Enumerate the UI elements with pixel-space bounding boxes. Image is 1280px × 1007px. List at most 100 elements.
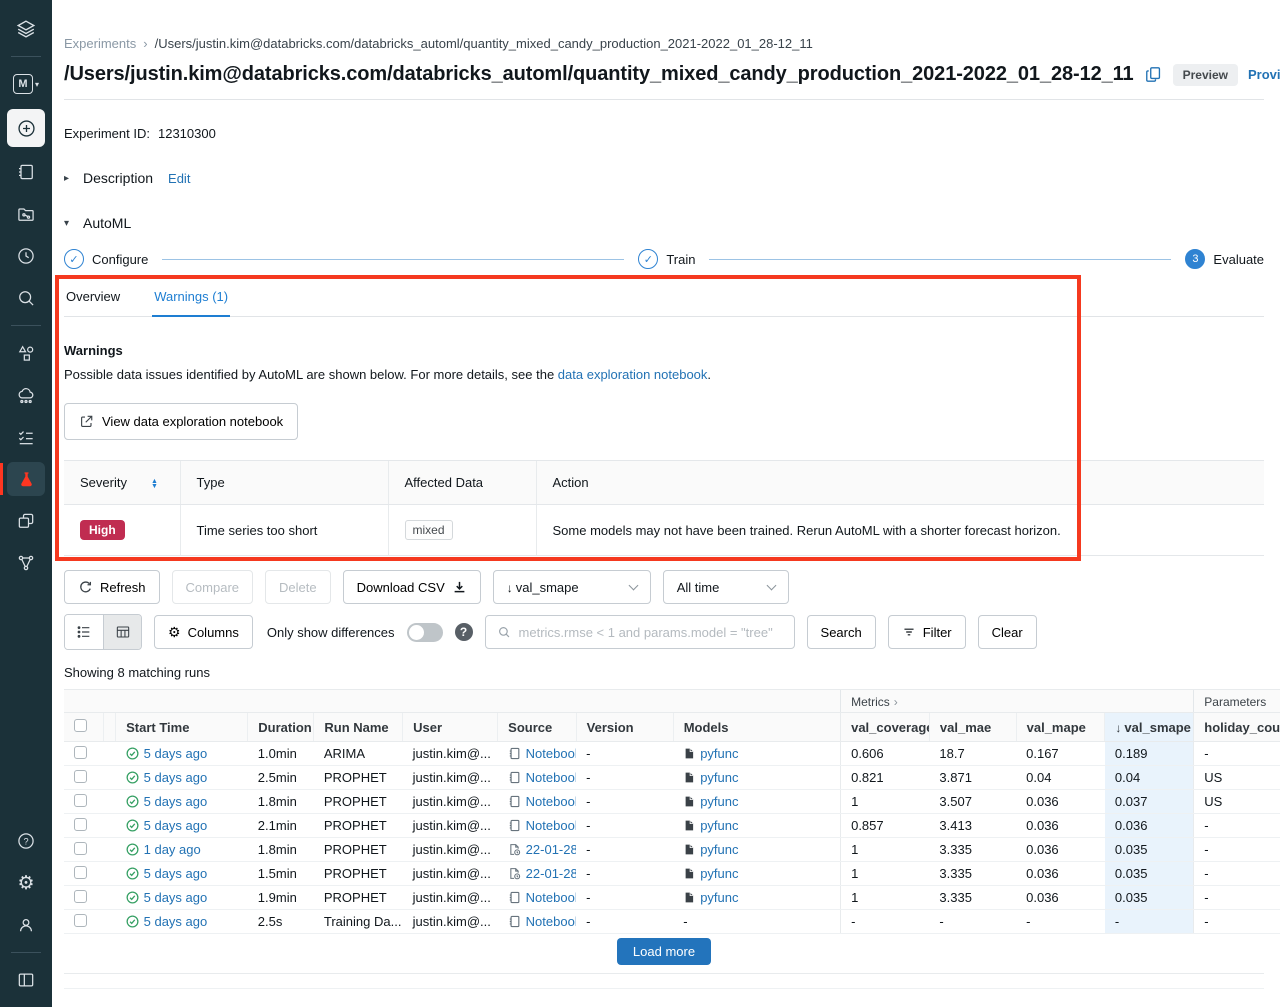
model-link[interactable]: pyfunc: [700, 842, 738, 857]
compare-button[interactable]: Compare: [172, 570, 253, 604]
settings-button[interactable]: ⚙: [7, 866, 45, 900]
user-cell: justin.kim@...: [403, 814, 498, 838]
databricks-logo[interactable]: [7, 12, 45, 46]
source-link[interactable]: Notebook:: [526, 818, 576, 833]
row-checkbox[interactable]: [74, 890, 87, 903]
val-smape-cell: 0.035: [1105, 862, 1194, 886]
time-range-select[interactable]: All time: [663, 570, 789, 604]
runs-col-version[interactable]: Version: [576, 713, 673, 742]
source-link[interactable]: Notebook:: [526, 770, 576, 785]
runs-col-source[interactable]: Source: [498, 713, 576, 742]
run-link[interactable]: 5 days ago: [144, 746, 208, 761]
affected-data-tag: mixed: [405, 520, 453, 540]
model-link[interactable]: pyfunc: [700, 746, 738, 761]
sidebar-item-recents[interactable]: [7, 239, 45, 273]
model-link[interactable]: pyfunc: [700, 770, 738, 785]
source-link[interactable]: 22-01-28: [526, 842, 576, 857]
runs-col-holiday_countr[interactable]: holiday_countr: [1194, 713, 1280, 742]
collapse-caret-icon[interactable]: ▸: [64, 173, 74, 184]
source-link[interactable]: Notebook:: [526, 746, 576, 761]
table-view-button[interactable]: [103, 615, 141, 649]
sidebar-item-workflows[interactable]: [7, 420, 45, 454]
panel-toggle-button[interactable]: [7, 963, 45, 997]
warnings-col-severity[interactable]: Severity▲▼: [64, 461, 180, 505]
filter-button[interactable]: Filter: [888, 615, 966, 649]
columns-button[interactable]: ⚙Columns: [154, 615, 253, 649]
row-checkbox[interactable]: [74, 770, 87, 783]
sort-select-value: ↓val_smape: [507, 580, 579, 595]
runs-search-input[interactable]: [519, 625, 783, 640]
runs-col-val_coverage[interactable]: val_coverage: [841, 713, 930, 742]
new-button[interactable]: [7, 109, 45, 147]
runs-col-start_time[interactable]: Start Time: [116, 713, 248, 742]
workspace-switcher[interactable]: M▾: [7, 67, 45, 101]
val-mape-cell: 0.036: [1016, 886, 1105, 910]
source-link[interactable]: 22-01-28: [526, 866, 576, 881]
start-time-cell: 5 days ago: [116, 886, 248, 910]
search-button[interactable]: Search: [807, 615, 876, 649]
sidebar-item-search[interactable]: [7, 281, 45, 315]
download-csv-button[interactable]: Download CSV: [343, 570, 481, 604]
sidebar-item-serving[interactable]: [7, 546, 45, 580]
model-link[interactable]: pyfunc: [700, 794, 738, 809]
model-link[interactable]: pyfunc: [700, 890, 738, 905]
expand-caret-icon[interactable]: ▾: [64, 218, 74, 229]
tab-warnings[interactable]: Warnings (1): [152, 281, 230, 317]
runs-col-run_name[interactable]: Run Name: [314, 713, 403, 742]
run-link[interactable]: 5 days ago: [144, 866, 208, 881]
copy-button[interactable]: [1144, 65, 1163, 84]
runs-col-duration[interactable]: Duration: [248, 713, 314, 742]
row-checkbox[interactable]: [74, 842, 87, 855]
source-link[interactable]: Notebook:: [526, 794, 576, 809]
source-link[interactable]: Notebook:: [526, 890, 576, 905]
tab-overview[interactable]: Overview: [64, 281, 122, 316]
runs-col-val_mae[interactable]: val_mae: [929, 713, 1016, 742]
delete-button[interactable]: Delete: [265, 570, 331, 604]
run-link[interactable]: 5 days ago: [144, 914, 208, 929]
metrics-group-header[interactable]: Metrics›: [841, 690, 1194, 713]
run-link[interactable]: 5 days ago: [144, 818, 208, 833]
notebook-source-icon: [508, 795, 521, 808]
runs-col-user[interactable]: User: [403, 713, 498, 742]
sidebar-item-models[interactable]: [7, 504, 45, 538]
row-checkbox[interactable]: [74, 818, 87, 831]
load-more-button[interactable]: Load more: [617, 938, 711, 965]
model-link[interactable]: pyfunc: [700, 866, 738, 881]
sidebar-item-compute[interactable]: [7, 378, 45, 412]
source-link[interactable]: Notebook:: [526, 914, 576, 929]
description-edit-link[interactable]: Edit: [168, 171, 190, 186]
holiday-countr-cell: -: [1194, 886, 1280, 910]
model-link[interactable]: pyfunc: [700, 818, 738, 833]
run-link[interactable]: 5 days ago: [144, 770, 208, 785]
runs-col-val_smape[interactable]: ↓val_smape: [1105, 713, 1194, 742]
row-checkbox[interactable]: [74, 746, 87, 759]
sidebar-item-notebooks[interactable]: [7, 155, 45, 189]
clear-button[interactable]: Clear: [978, 615, 1037, 649]
help-button[interactable]: ?: [7, 824, 45, 858]
select-all-checkbox[interactable]: [74, 719, 87, 732]
data-exploration-notebook-link[interactable]: data exploration notebook: [558, 367, 708, 382]
provide-feedback-link[interactable]: Provide Feedback: [1248, 67, 1280, 82]
sort-metric-select[interactable]: ↓val_smape: [493, 570, 651, 604]
run-row: 5 days ago 2.1min PROPHET justin.kim@...…: [64, 814, 1280, 838]
run-link[interactable]: 1 day ago: [144, 842, 201, 857]
sidebar-item-data[interactable]: [7, 336, 45, 370]
search-help-icon[interactable]: ?: [455, 623, 473, 641]
account-button[interactable]: [7, 908, 45, 942]
differences-toggle[interactable]: [407, 623, 443, 642]
row-checkbox[interactable]: [74, 794, 87, 807]
row-select-cell: [64, 814, 103, 838]
breadcrumb-experiments-link[interactable]: Experiments: [64, 36, 136, 51]
sidebar-item-experiments[interactable]: [7, 462, 45, 496]
sort-icons[interactable]: ▲▼: [151, 479, 158, 489]
refresh-button[interactable]: Refresh: [64, 570, 160, 604]
list-view-button[interactable]: [65, 615, 103, 649]
runs-col-val_mape[interactable]: val_mape: [1016, 713, 1105, 742]
row-checkbox[interactable]: [74, 866, 87, 879]
run-link[interactable]: 5 days ago: [144, 794, 208, 809]
row-checkbox[interactable]: [74, 914, 87, 927]
sidebar-item-repos[interactable]: [7, 197, 45, 231]
view-data-exploration-notebook-button[interactable]: View data exploration notebook: [64, 403, 298, 440]
runs-col-models[interactable]: Models: [673, 713, 840, 742]
run-link[interactable]: 5 days ago: [144, 890, 208, 905]
